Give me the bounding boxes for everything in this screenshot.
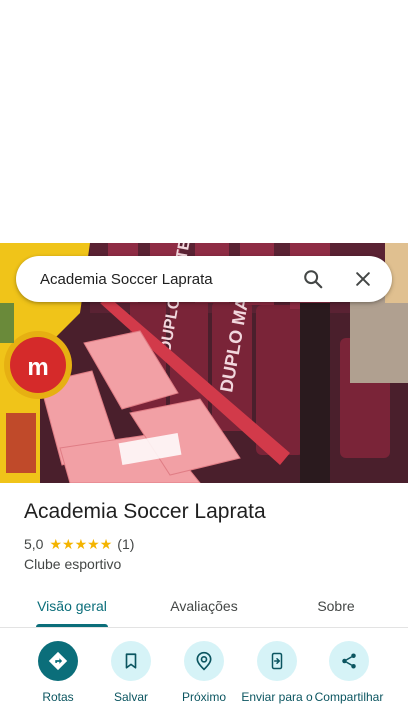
share-icon <box>329 641 369 681</box>
directions-label: Rotas <box>42 690 74 704</box>
close-icon[interactable] <box>350 266 376 292</box>
tab-reviews[interactable]: Avaliações <box>156 584 252 628</box>
place-category: Clube esportivo <box>24 556 122 572</box>
rating-value: 5,0 <box>24 536 44 552</box>
star-icon: ★ <box>87 536 100 552</box>
map-area[interactable] <box>0 0 408 243</box>
rating-row[interactable]: 5,0 ★ ★ ★ ★ ★ (1) <box>24 536 134 552</box>
place-title: Academia Soccer Laprata <box>24 500 266 523</box>
star-icon: ★ <box>49 536 63 552</box>
star-icon: ★ <box>99 536 113 552</box>
search-input[interactable]: Academia Soccer Laprata <box>40 271 300 288</box>
nearby-label: Próximo <box>181 690 226 704</box>
action-bar: Rotas Salvar Próximo Enviar para o Compa… <box>0 641 408 726</box>
nearby-icon <box>184 641 224 681</box>
tab-indicator <box>36 624 108 627</box>
photo-logo: m <box>27 354 48 381</box>
star-icon: ★ <box>62 536 75 552</box>
star-icon: ★ <box>74 536 88 552</box>
tab-overview[interactable]: Visão geral <box>24 584 120 628</box>
search-bar[interactable]: Academia Soccer Laprata <box>16 256 392 302</box>
directions-button[interactable]: Rotas <box>20 641 96 704</box>
share-label: Compartilhar <box>314 690 384 704</box>
rating-stars: ★ ★ ★ ★ ★ <box>49 537 112 551</box>
send-to-phone-icon <box>257 641 297 681</box>
review-count[interactable]: (1) <box>117 536 134 552</box>
save-button[interactable]: Salvar <box>93 641 169 704</box>
nearby-button[interactable]: Próximo <box>166 641 242 704</box>
directions-icon <box>38 641 78 681</box>
bookmark-icon <box>111 641 151 681</box>
tab-about[interactable]: Sobre <box>296 584 376 628</box>
send-to-phone-label: Enviar para o <box>241 690 313 704</box>
share-button[interactable]: Compartilhar <box>311 641 387 704</box>
send-to-phone-button[interactable]: Enviar para o <box>239 641 315 704</box>
save-label: Salvar <box>113 690 148 704</box>
tab-bar: Visão geral Avaliações Sobre <box>0 584 408 628</box>
search-icon[interactable] <box>300 266 326 292</box>
